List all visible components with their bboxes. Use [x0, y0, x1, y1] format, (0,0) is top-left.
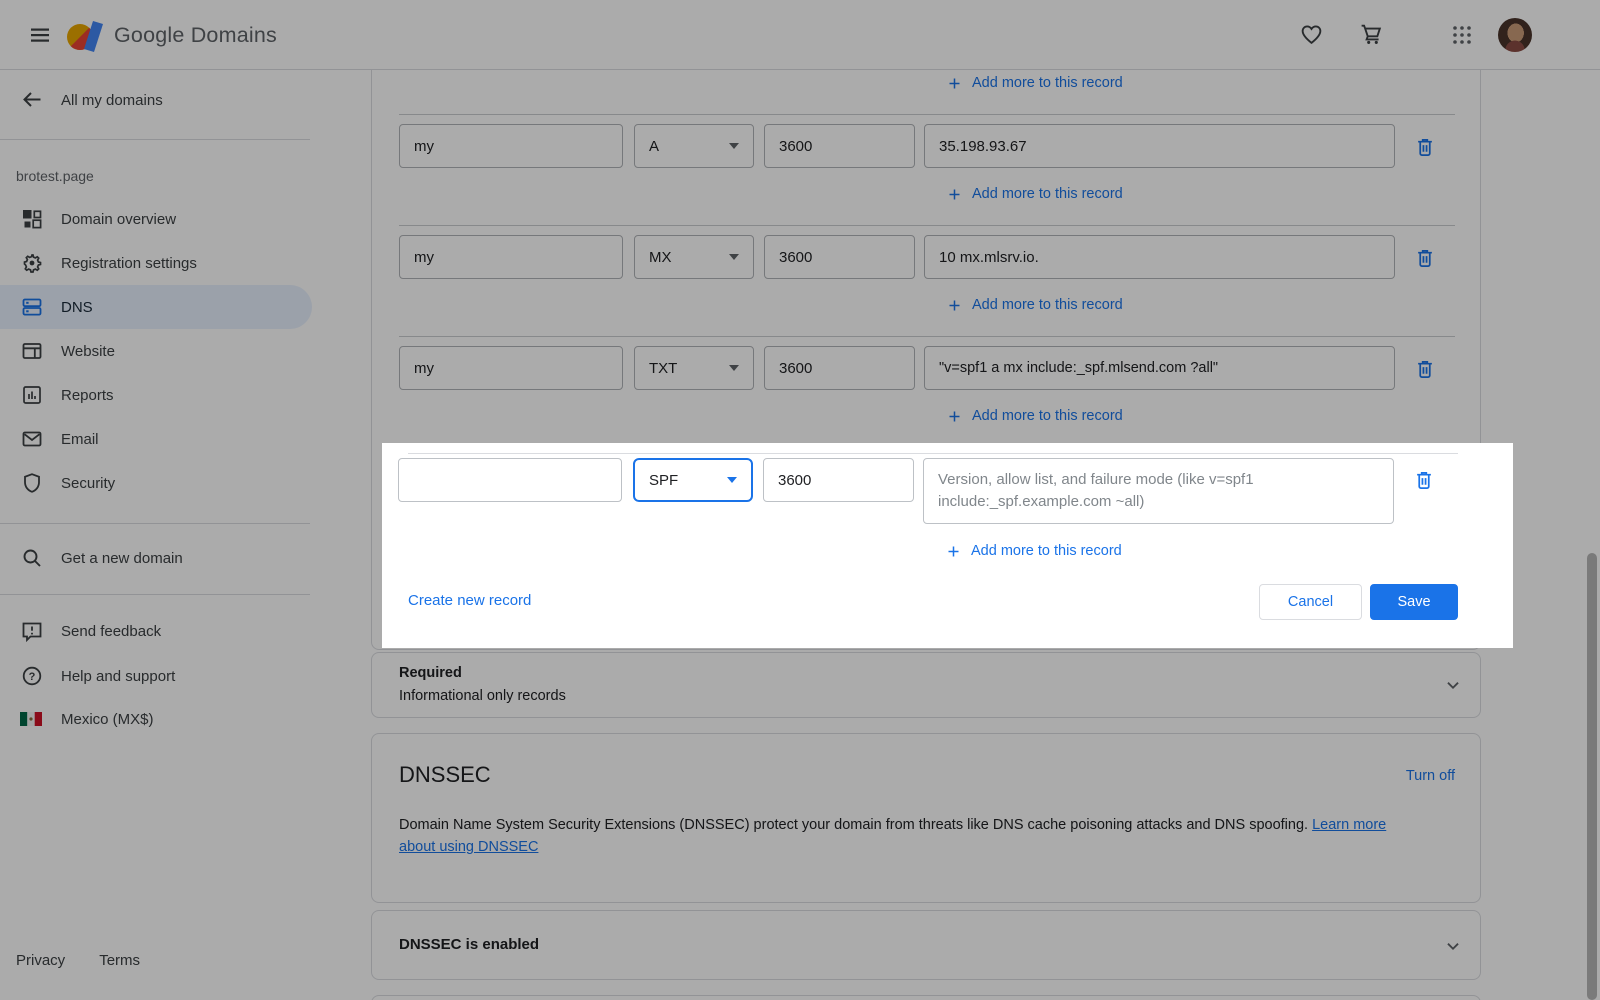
new-record-ttl-input[interactable] — [763, 458, 914, 502]
add-more-link[interactable]: Add more to this record — [946, 543, 1122, 559]
new-record-spotlight: SPF Add more to this record Create new r… — [382, 443, 1513, 648]
save-button[interactable]: Save — [1370, 584, 1458, 620]
new-record-name-input[interactable] — [398, 458, 622, 502]
plus-icon — [948, 546, 959, 556]
delete-record-icon[interactable] — [1413, 468, 1435, 492]
new-record-data-input[interactable] — [923, 458, 1394, 524]
new-record-type-select[interactable]: SPF — [633, 458, 753, 502]
chevron-down-icon — [727, 477, 737, 483]
google-domains-app: Google Domains All my domains brotest.pa… — [0, 0, 1600, 1000]
record-divider — [408, 453, 1458, 454]
cancel-button[interactable]: Cancel — [1259, 584, 1362, 620]
create-new-record-link[interactable]: Create new record — [408, 592, 531, 609]
